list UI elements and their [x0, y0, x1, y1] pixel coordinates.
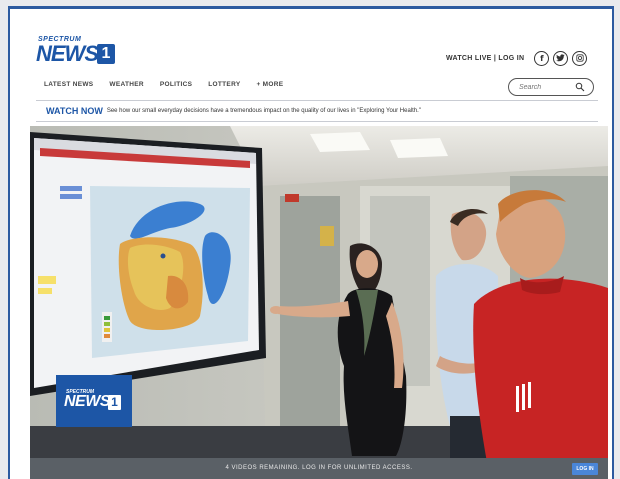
nav-item-latest-news[interactable]: LATEST NEWS [44, 81, 93, 88]
instagram-icon[interactable] [572, 50, 588, 66]
logo-news-text: NEWS [36, 41, 99, 66]
spectrum-news-logo[interactable]: SPECTRUM NEWS 1 [36, 36, 126, 66]
logo-one-badge: 1 [97, 44, 115, 64]
nav-item-lottery[interactable]: LOTTERY [208, 81, 240, 88]
overlay-one-badge: 1 [108, 395, 121, 410]
video-overlay-logo: SPECTRUM NEWS 1 [56, 375, 132, 427]
nav-divider [36, 100, 598, 101]
watch-now-text: See how our small everyday decisions hav… [106, 108, 421, 114]
search-box [508, 78, 594, 96]
overlay-news-text: NEWS [64, 393, 111, 410]
header-actions: WATCH LIVE | LOG IN f [446, 49, 588, 67]
video-status-bar: 4 VIDEOS REMAINING. LOG IN FOR UNLIMITED… [30, 458, 608, 479]
facebook-icon[interactable]: f [534, 50, 550, 66]
nav-item-more[interactable]: + MORE [256, 81, 283, 88]
watch-now-banner[interactable]: WATCH NOW See how our small everyday dec… [46, 104, 421, 118]
login-button[interactable]: LOG IN [572, 463, 598, 475]
twitter-icon[interactable] [553, 50, 569, 66]
main-nav: LATEST NEWS WEATHER POLITICS LOTTERY + M… [44, 81, 283, 88]
search-icon[interactable] [575, 82, 585, 92]
watch-live-login-link[interactable]: WATCH LIVE | LOG IN [446, 55, 524, 62]
videos-remaining-text: 4 VIDEOS REMAINING. LOG IN FOR UNLIMITED… [225, 465, 413, 471]
nav-item-politics[interactable]: POLITICS [160, 81, 192, 88]
banner-divider [36, 121, 598, 122]
search-input[interactable] [519, 82, 575, 93]
nav-item-weather[interactable]: WEATHER [109, 81, 143, 88]
watch-now-label: WATCH NOW [46, 106, 103, 116]
